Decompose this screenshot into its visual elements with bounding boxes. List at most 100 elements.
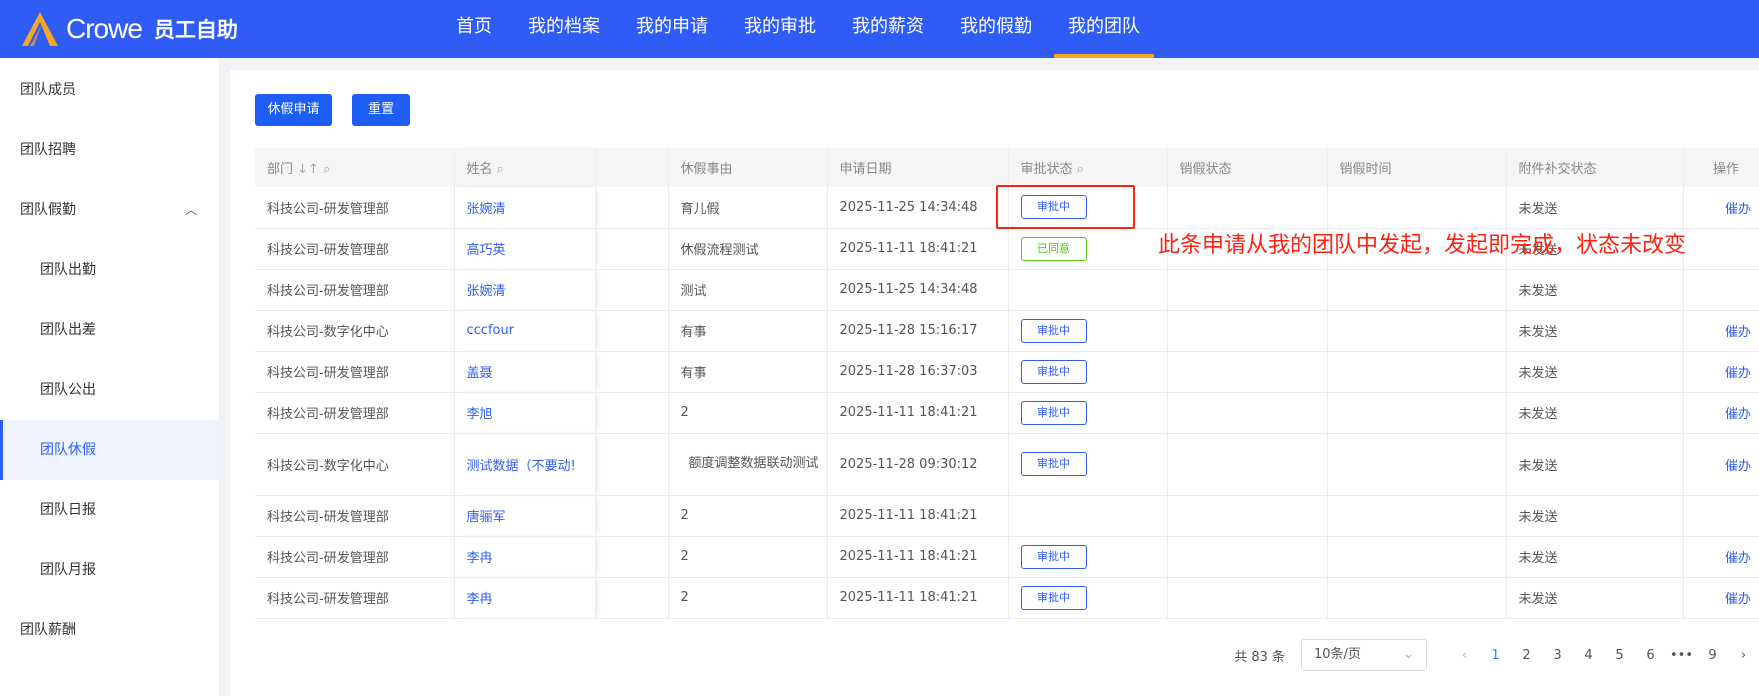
status-badge: 审批中 <box>1020 400 1087 425</box>
nav-item[interactable]: 我的审批 <box>730 0 830 58</box>
apply-date-cell: 2025-11-11 18:41:21 <box>827 228 1009 270</box>
employee-name-link[interactable]: 李旭 <box>454 392 596 434</box>
cancel-time-cell <box>1327 577 1507 619</box>
search-filter-icon[interactable]: ⌕ <box>1073 162 1084 177</box>
crowe-logo-icon <box>22 12 58 46</box>
attachment-status-cell: 未发送 <box>1506 269 1684 311</box>
employee-name-link[interactable]: cccfour <box>454 310 596 352</box>
leave-apply-button[interactable]: 休假申请 <box>255 94 332 126</box>
reason-cell: 育儿假 <box>668 187 828 229</box>
department-cell: 科技公司-研发管理部 <box>255 495 455 537</box>
page-4[interactable]: 4 <box>1573 648 1604 663</box>
column-header-label: 休假事由 <box>680 162 733 177</box>
sidebar-item[interactable]: 团队休假 <box>0 420 219 480</box>
urge-link <box>1683 495 1759 537</box>
attachment-status-cell: 未发送 <box>1506 536 1684 578</box>
reset-button[interactable]: 重置 <box>352 94 410 126</box>
sidebar-item[interactable]: 团队假勤 ︿ <box>0 180 219 240</box>
page-size-value: 10条/页 <box>1314 647 1361 662</box>
sidebar: 团队成员 团队招聘 团队假勤 ︿ 团队出勤团队出差 团队公出团队休假团队日报 团队月报 团队薪… <box>0 58 219 696</box>
reason-cell: 2 <box>668 577 828 619</box>
column-header-label: 附件补交状态 <box>1518 162 1597 177</box>
sidebar-item[interactable]: 团队公出 <box>0 360 219 420</box>
blank-cell <box>595 269 669 311</box>
urge-link[interactable]: 催办 <box>1683 577 1759 619</box>
reason-cell: 休假流程测试 <box>668 228 828 270</box>
nav-item[interactable]: 我的假勤 <box>946 0 1046 58</box>
employee-name-link[interactable]: 张婉清 <box>454 187 596 229</box>
nav-item[interactable]: 首页 <box>442 0 506 58</box>
page-5[interactable]: 5 <box>1604 648 1635 663</box>
nav-item[interactable]: 我的团队 <box>1054 0 1154 58</box>
employee-name-link[interactable]: 李冉 <box>454 577 596 619</box>
apply-date-cell: 2025-11-25 14:34:48 <box>827 269 1009 311</box>
sidebar-item[interactable]: 团队日报 <box>0 480 219 540</box>
table-row: 科技公司-数字化中心 测试数据（不要动! 额度调整数据联动测试 2025-11-28 … <box>255 433 1759 496</box>
column-header: 审批状态 ⌕ <box>1008 148 1168 187</box>
urge-link[interactable]: 催办 <box>1683 351 1759 393</box>
sidebar-item[interactable]: 团队出勤 <box>0 240 219 300</box>
cancel-status-cell <box>1167 495 1328 537</box>
attachment-status-cell: 未发送 <box>1506 392 1684 434</box>
nav-item[interactable]: 我的申请 <box>622 0 722 58</box>
main-nav: 首页 我的档案 我的申请 我的审批 我的薪资 我的假勤 我的团队 <box>442 0 1162 58</box>
sidebar-item[interactable]: 团队招聘 <box>0 120 219 180</box>
approval-status-cell: 审批中 <box>1008 433 1168 496</box>
page-2[interactable]: 2 <box>1511 648 1542 663</box>
sidebar-item-label: 团队休假 <box>40 442 96 458</box>
approval-status-cell: 已同意 <box>1008 228 1168 270</box>
employee-name-link[interactable]: 唐骊军 <box>454 495 596 537</box>
table-row: 科技公司-研发管理部 李旭 2 2025-11-11 18:41:21 审批中 未发送 催办 <box>255 392 1759 434</box>
nav-item[interactable]: 我的薪资 <box>838 0 938 58</box>
column-header: 休假事由 <box>668 148 828 187</box>
sidebar-item[interactable]: 团队薪酬 <box>0 600 219 660</box>
sort-filter-icon[interactable]: ↓↑ ⌕ <box>293 162 330 177</box>
sidebar-item-label: 团队出勤 <box>40 262 96 278</box>
employee-name-link[interactable]: 盖聂 <box>454 351 596 393</box>
cancel-time-cell <box>1327 310 1507 352</box>
cancel-time-cell <box>1327 536 1507 578</box>
employee-name-link[interactable]: 测试数据（不要动! <box>454 433 596 496</box>
page-ellipsis[interactable]: ••• <box>1666 648 1697 663</box>
blank-cell <box>595 228 669 270</box>
nav-item[interactable]: 我的档案 <box>514 0 614 58</box>
table-row: 科技公司-研发管理部 张婉清 测试 2025-11-25 14:34:48 未发送 <box>255 269 1759 311</box>
urge-link[interactable]: 催办 <box>1683 310 1759 352</box>
page-size-select[interactable]: 10条/页 ⌄ <box>1301 639 1427 671</box>
sidebar-item[interactable]: 团队月报 <box>0 540 219 600</box>
column-header: 附件补交状态 <box>1506 148 1684 187</box>
apply-date-cell: 2025-11-28 15:16:17 <box>827 310 1009 352</box>
employee-name-link[interactable]: 高巧英 <box>454 228 596 270</box>
total-count: 共 83 条 <box>1234 649 1285 665</box>
prev-page-icon[interactable]: ‹ <box>1449 648 1480 663</box>
column-header: 销假时间 <box>1327 148 1507 187</box>
column-header: 部门 ↓↑ ⌕ <box>255 148 455 187</box>
sidebar-item[interactable]: 团队出差 <box>0 300 219 360</box>
reason-cell: 额度调整数据联动测试 <box>668 433 828 496</box>
page-6[interactable]: 6 <box>1635 648 1666 663</box>
search-filter-icon[interactable]: ⌕ <box>493 162 504 177</box>
logo[interactable]: Crowe 员工自助 <box>20 10 420 48</box>
sidebar-item[interactable]: 团队成员 <box>0 60 219 120</box>
column-header: 姓名 ⌕ <box>454 148 596 187</box>
cancel-status-cell <box>1167 433 1328 496</box>
page-9[interactable]: 9 <box>1697 648 1728 663</box>
attachment-status-cell: 未发送 <box>1506 351 1684 393</box>
column-header-label: 姓名 <box>466 162 493 177</box>
urge-link[interactable]: 催办 <box>1683 433 1759 496</box>
next-page-icon[interactable]: › <box>1728 648 1759 663</box>
page-3[interactable]: 3 <box>1542 648 1573 663</box>
cancel-time-cell <box>1327 433 1507 496</box>
approval-status-cell <box>1008 269 1168 311</box>
annotation-text: 此条申请从我的团队中发起，发起即完成，状态未改变 <box>1158 233 1687 258</box>
page-1[interactable]: 1 <box>1480 648 1511 663</box>
reason-cell: 测试 <box>668 269 828 311</box>
attachment-status-cell: 未发送 <box>1506 187 1684 229</box>
table-row: 科技公司-研发管理部 李冉 2 2025-11-11 18:41:21 审批中 未发送 催办 <box>255 536 1759 578</box>
employee-name-link[interactable]: 张婉清 <box>454 269 596 311</box>
table-row: 科技公司-研发管理部 唐骊军 2 2025-11-11 18:41:21 未发送 <box>255 495 1759 537</box>
urge-link[interactable]: 催办 <box>1683 536 1759 578</box>
urge-link[interactable]: 催办 <box>1683 392 1759 434</box>
urge-link[interactable]: 催办 <box>1683 187 1759 229</box>
employee-name-link[interactable]: 李冉 <box>454 536 596 578</box>
